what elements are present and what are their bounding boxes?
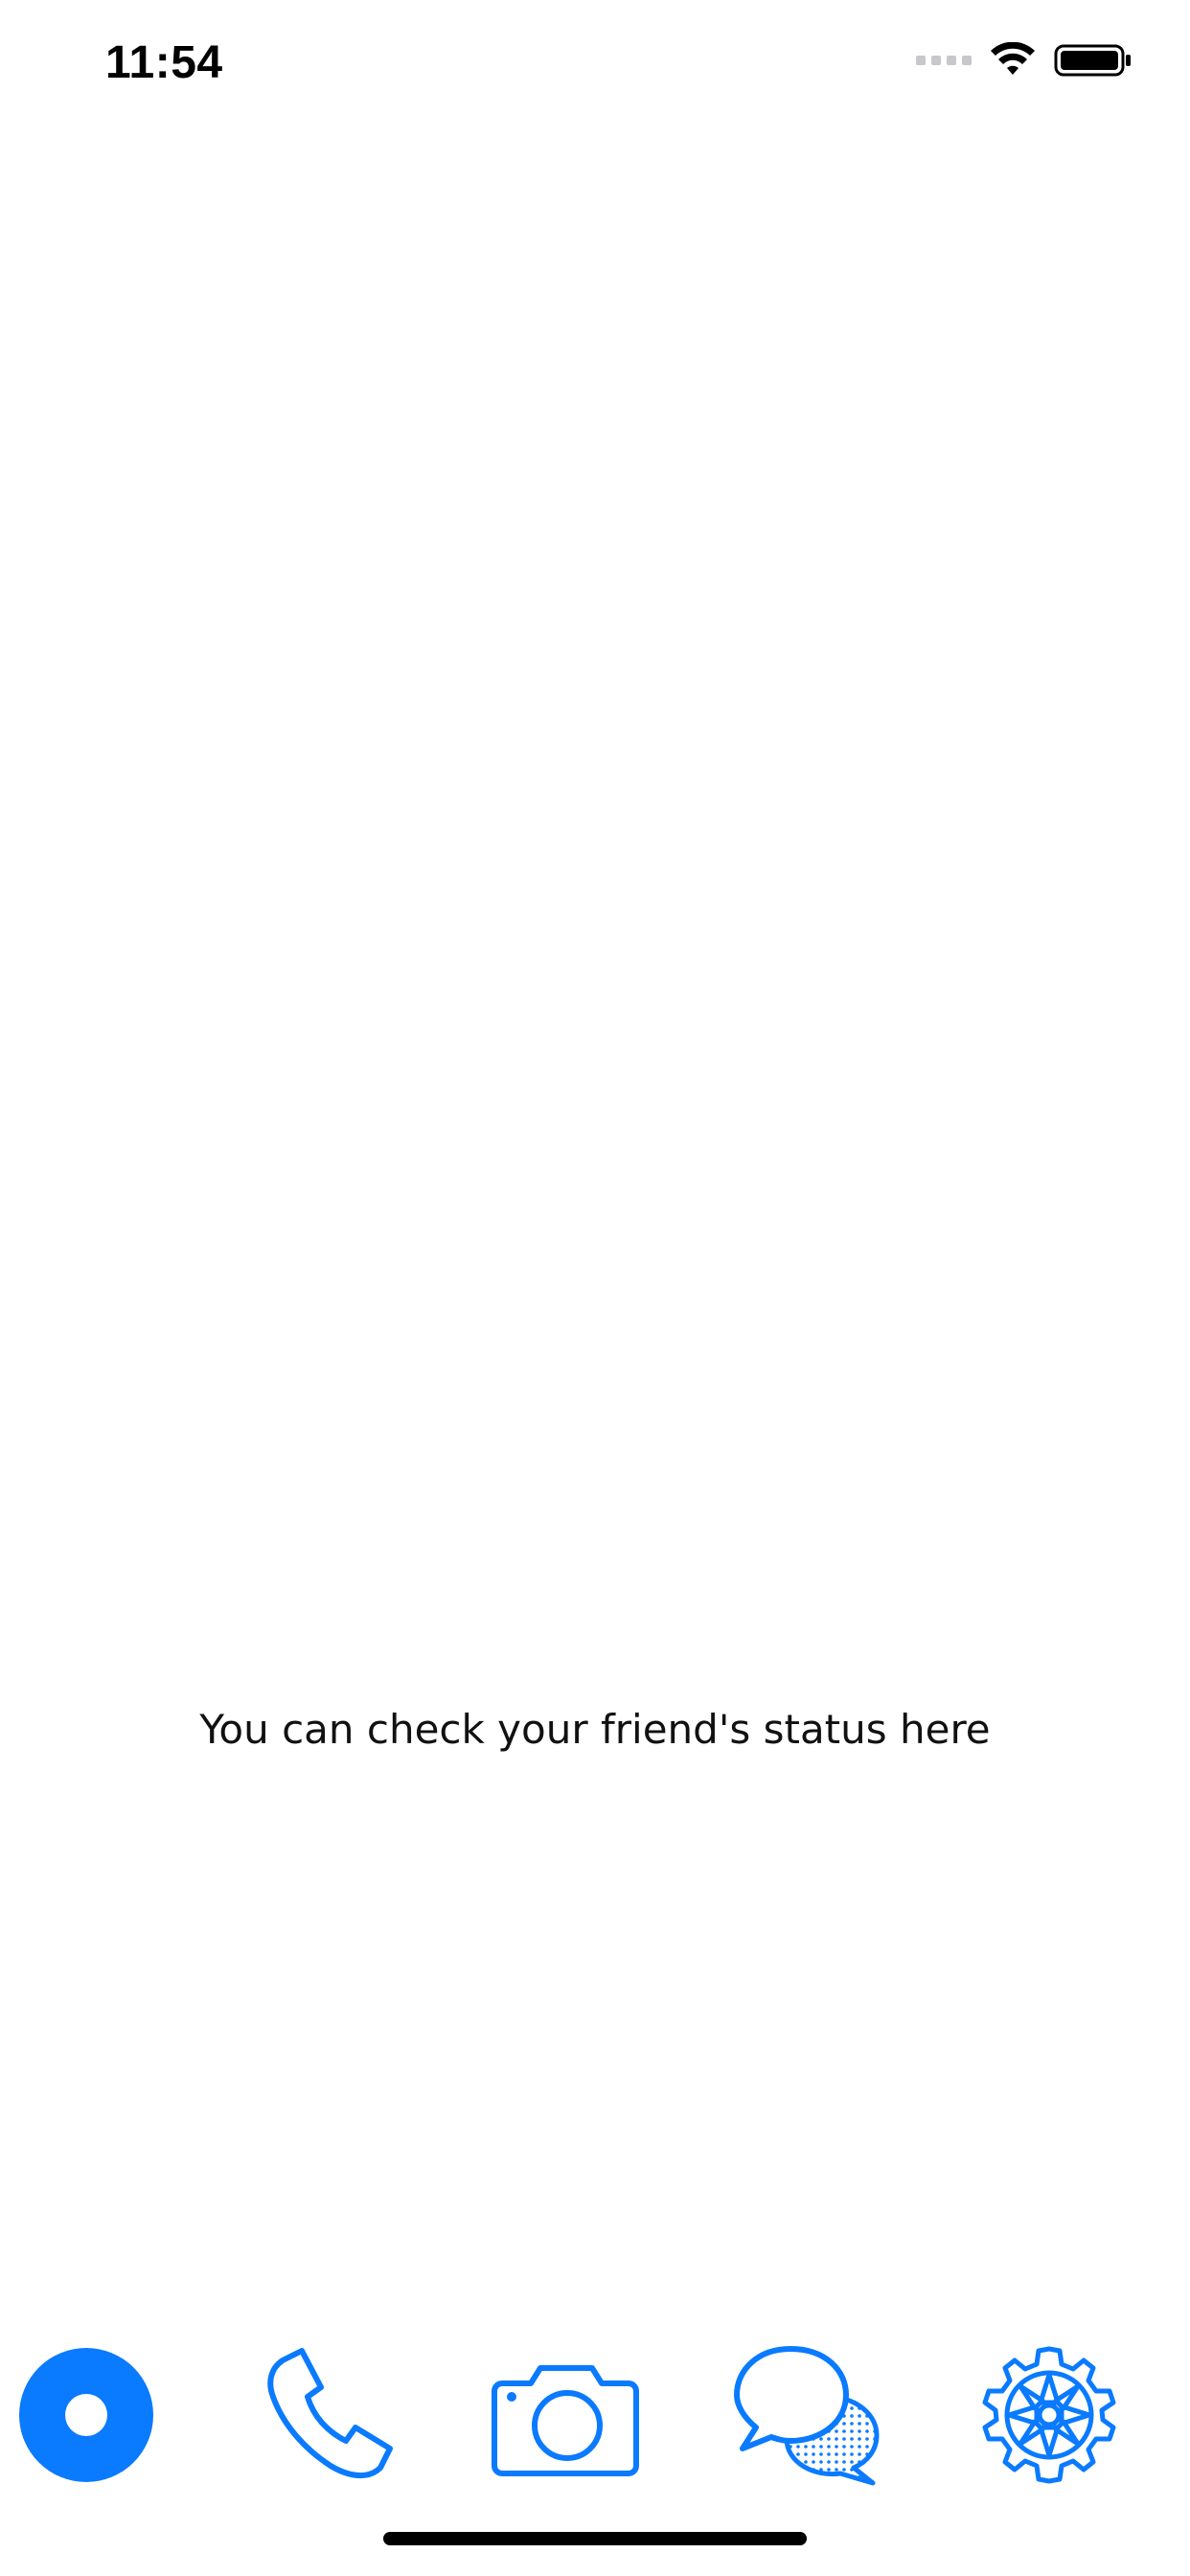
tab-camera[interactable] <box>479 2319 652 2511</box>
status-time: 11:54 <box>105 37 223 88</box>
status-icons <box>916 42 1133 79</box>
tab-status[interactable] <box>0 2319 172 2511</box>
tab-calls[interactable] <box>240 2319 412 2511</box>
status-ring-icon <box>19 2348 153 2482</box>
battery-icon <box>1054 44 1131 77</box>
empty-state-message: You can check your friend's status here <box>199 1706 991 1753</box>
wifi-icon <box>991 42 1035 75</box>
tab-settings[interactable] <box>963 2319 1135 2511</box>
cellular-signal-icon <box>916 56 972 65</box>
tab-chats[interactable] <box>723 2319 896 2511</box>
status-screen: You can check your friend's status here <box>0 134 1190 2319</box>
chat-bubbles-icon <box>734 2346 880 2486</box>
tab-bar <box>0 2319 1190 2511</box>
phone-icon <box>267 2348 393 2478</box>
camera-icon <box>492 2365 639 2476</box>
gear-icon <box>982 2346 1116 2484</box>
home-indicator[interactable] <box>383 2532 807 2545</box>
status-bar: 11:54 <box>0 0 1190 134</box>
